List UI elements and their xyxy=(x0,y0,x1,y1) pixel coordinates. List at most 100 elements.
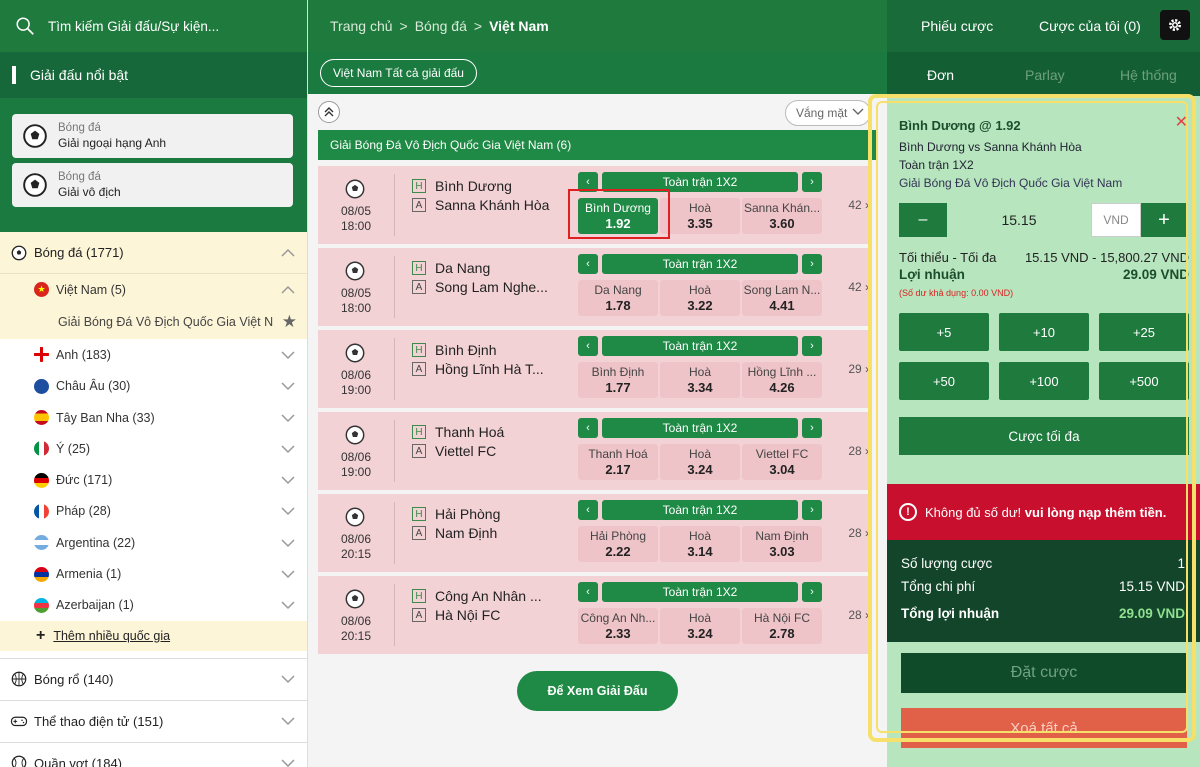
home-team[interactable]: H Bình Dương xyxy=(412,178,512,194)
odds-home-button[interactable]: Bình Định 1.77 xyxy=(578,362,658,398)
featured-league-champions[interactable]: Bóng đá Giải vô địch xyxy=(12,163,293,207)
tab-bet-slip[interactable]: Phiếu cược xyxy=(921,18,993,34)
chevron-down-icon[interactable] xyxy=(281,569,295,579)
collapse-all-button[interactable] xyxy=(318,101,340,123)
stake-input[interactable]: 15.15 xyxy=(947,203,1091,237)
odds-away-button[interactable]: Hà Nội FC 2.78 xyxy=(742,608,822,644)
odds-home-button[interactable]: Hải Phòng 2.22 xyxy=(578,526,658,562)
home-team[interactable]: H Hải Phòng xyxy=(412,506,500,522)
view-league-button[interactable]: Để Xem Giải Đấu xyxy=(517,671,678,711)
market-next-button[interactable]: › xyxy=(802,336,822,356)
odds-draw-button[interactable]: Hoà 3.14 xyxy=(660,526,740,562)
odds-draw-button[interactable]: Hoà 3.22 xyxy=(660,280,740,316)
quick-stake-button[interactable]: +10 xyxy=(999,313,1089,351)
sport-basketball[interactable]: Bóng rổ (140) xyxy=(0,657,307,700)
market-next-button[interactable]: › xyxy=(802,254,822,274)
market-prev-button[interactable]: ‹ xyxy=(578,254,598,274)
country-argentina[interactable]: Argentina (22) xyxy=(0,527,307,558)
country-azerbaijan[interactable]: Azerbaijan (1) xyxy=(0,590,307,621)
odds-draw-button[interactable]: Hoà 3.34 xyxy=(660,362,740,398)
odds-home-button[interactable]: Công An Nh... 2.33 xyxy=(578,608,658,644)
country-armenia[interactable]: Armenia (1) xyxy=(0,558,307,589)
away-team[interactable]: A Sanna Khánh Hòa xyxy=(412,197,549,213)
crumb-home[interactable]: Trang chủ xyxy=(330,18,393,34)
more-countries-link[interactable]: + Thêm nhiều quốc gia xyxy=(0,620,307,651)
sort-select[interactable]: Vắng mặt xyxy=(785,100,871,126)
quick-stake-button[interactable]: +50 xyxy=(899,362,989,400)
chevron-down-icon[interactable] xyxy=(281,674,295,684)
increase-stake-button[interactable]: + xyxy=(1141,203,1187,237)
search-bar[interactable]: Tìm kiếm Giải đấu/Sự kiện... xyxy=(0,0,307,52)
odds-away-button[interactable]: Sanna Khán... 3.60 xyxy=(742,198,822,234)
tab-system[interactable]: Hệ thống xyxy=(1120,67,1177,83)
away-team[interactable]: A Hồng Lĩnh Hà T... xyxy=(412,361,544,377)
more-markets-link[interactable]: 28 › xyxy=(848,444,869,458)
more-markets-link[interactable]: 28 › xyxy=(848,526,869,540)
tab-single[interactable]: Đơn xyxy=(927,67,954,83)
tab-my-bets[interactable]: Cược của tôi (0) xyxy=(1039,18,1141,34)
featured-league-premier[interactable]: Bóng đá Giải ngoại hạng Anh xyxy=(12,114,293,158)
more-markets-link[interactable]: 42 › xyxy=(848,198,869,212)
chevron-down-icon[interactable] xyxy=(281,350,295,360)
sport-football[interactable]: Bóng đá (1771) xyxy=(0,232,307,274)
sport-esports[interactable]: Thể thao điện tử (151) xyxy=(0,699,307,742)
away-team[interactable]: A Song Lam Nghe... xyxy=(412,279,548,295)
odds-draw-button[interactable]: Hoà 3.24 xyxy=(660,608,740,644)
home-team[interactable]: H Thanh Hoá xyxy=(412,424,504,440)
quick-stake-button[interactable]: +5 xyxy=(899,313,989,351)
away-team[interactable]: A Nam Định xyxy=(412,525,497,541)
chevron-down-icon[interactable] xyxy=(281,381,295,391)
away-team[interactable]: A Viettel FC xyxy=(412,443,496,459)
chevron-down-icon[interactable] xyxy=(281,413,295,423)
country-italy[interactable]: Ý (25) xyxy=(0,433,307,464)
home-team[interactable]: H Bình Định xyxy=(412,342,496,358)
chevron-up-icon[interactable] xyxy=(281,248,295,258)
league-vietnam-vleague[interactable]: Giải Bóng Đá Vô Địch Quốc Gia Việt N ★ xyxy=(0,305,307,340)
more-markets-link[interactable]: 42 › xyxy=(848,280,869,294)
crumb-sport[interactable]: Bóng đá xyxy=(415,18,467,34)
chevron-down-icon[interactable] xyxy=(281,716,295,726)
market-next-button[interactable]: › xyxy=(802,500,822,520)
odds-home-button[interactable]: Da Nang 1.78 xyxy=(578,280,658,316)
market-next-button[interactable]: › xyxy=(802,172,822,192)
home-team[interactable]: H Công An Nhân ... xyxy=(412,588,542,604)
league-header[interactable]: Giải Bóng Đá Vô Địch Quốc Gia Việt Nam (… xyxy=(318,130,877,160)
odds-away-button[interactable]: Hồng Lĩnh ... 4.26 xyxy=(742,362,822,398)
market-prev-button[interactable]: ‹ xyxy=(578,418,598,438)
place-bet-button[interactable]: Đặt cược xyxy=(901,653,1187,693)
country-germany[interactable]: Đức (171) xyxy=(0,464,307,495)
settings-button[interactable] xyxy=(1160,10,1190,40)
search-placeholder[interactable]: Tìm kiếm Giải đấu/Sự kiện... xyxy=(48,19,219,34)
odds-away-button[interactable]: Nam Định 3.03 xyxy=(742,526,822,562)
chevron-down-icon[interactable] xyxy=(281,600,295,610)
country-vietnam[interactable]: ★ Việt Nam (5) xyxy=(0,274,307,306)
star-icon[interactable]: ★ xyxy=(282,312,297,332)
away-team[interactable]: A Hà Nội FC xyxy=(412,607,500,623)
odds-home-button[interactable]: Thanh Hoá 2.17 xyxy=(578,444,658,480)
chevron-down-icon[interactable] xyxy=(281,538,295,548)
more-markets-link[interactable]: 28 › xyxy=(848,608,869,622)
chevron-down-icon[interactable] xyxy=(281,758,295,767)
chevron-down-icon[interactable] xyxy=(281,475,295,485)
decrease-stake-button[interactable]: – xyxy=(899,203,947,237)
quick-stake-button[interactable]: +500 xyxy=(1099,362,1189,400)
market-prev-button[interactable]: ‹ xyxy=(578,582,598,602)
market-next-button[interactable]: › xyxy=(802,582,822,602)
country-europe[interactable]: Châu Âu (30) xyxy=(0,371,307,402)
country-france[interactable]: Pháp (28) xyxy=(0,496,307,527)
all-leagues-filter[interactable]: Việt Nam Tất cả giải đấu xyxy=(320,59,477,87)
market-next-button[interactable]: › xyxy=(802,418,822,438)
chevron-up-icon[interactable] xyxy=(281,285,295,295)
country-england[interactable]: Anh (183) xyxy=(0,339,307,370)
chevron-down-icon[interactable] xyxy=(281,444,295,454)
clear-all-button[interactable]: Xoá tất cả xyxy=(901,708,1187,748)
quick-stake-button[interactable]: +25 xyxy=(1099,313,1189,351)
odds-away-button[interactable]: Song Lam N... 4.41 xyxy=(742,280,822,316)
tab-parlay[interactable]: Parlay xyxy=(1025,67,1065,83)
quick-stake-button[interactable]: +100 xyxy=(999,362,1089,400)
more-countries-label[interactable]: Thêm nhiều quốc gia xyxy=(53,629,170,643)
chevron-down-icon[interactable] xyxy=(281,506,295,516)
close-icon[interactable]: ✕ xyxy=(1175,112,1188,132)
more-markets-link[interactable]: 29 › xyxy=(848,362,869,376)
odds-draw-button[interactable]: Hoà 3.24 xyxy=(660,444,740,480)
